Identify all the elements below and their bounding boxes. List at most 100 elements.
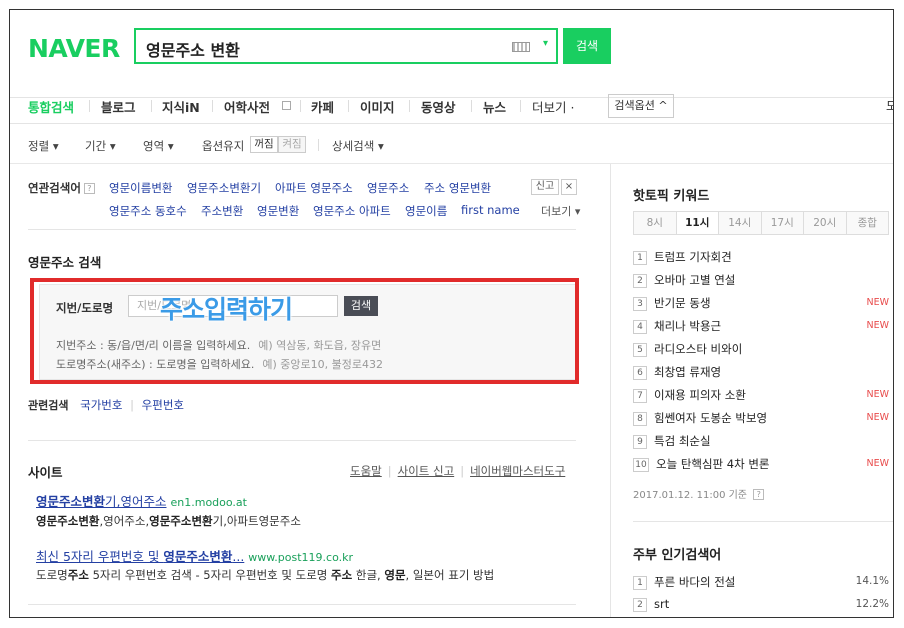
time-tab-active[interactable]: 11시 xyxy=(676,212,719,234)
hot-topic-text[interactable]: 오늘 탄핵심판 4차 변론 xyxy=(656,457,770,471)
hot-topic-item[interactable]: 3 반기문 동생 NEW xyxy=(633,295,893,315)
time-tab[interactable]: 14시 xyxy=(719,212,762,234)
site-report-link[interactable]: 사이트 신고 xyxy=(398,464,455,478)
related-keyword[interactable]: 영문주소변환기 xyxy=(187,180,261,196)
site-section-title: 사이트 xyxy=(28,465,63,480)
popular-text[interactable]: 푸른 바다의 전설 xyxy=(654,575,735,589)
time-tab[interactable]: 8시 xyxy=(634,212,677,234)
hot-topic-text[interactable]: 힘쎈여자 도봉순 박보영 xyxy=(654,411,767,425)
related-keywords-title: 연관검색어 xyxy=(28,181,81,195)
related-keyword[interactable]: 주소변환 xyxy=(201,203,243,219)
related-keyword[interactable]: first name xyxy=(461,203,520,217)
result-title-link[interactable]: 영문주소변환기,영어주소 en1.modoo.at xyxy=(36,491,247,510)
tab-dictionary[interactable]: 어학사전 xyxy=(224,97,270,116)
tab-blog[interactable]: 블로그 xyxy=(101,97,136,116)
filter-divider xyxy=(318,139,319,151)
tab-cafe[interactable]: 카페 xyxy=(311,97,334,116)
hot-topic-item[interactable]: 7 이재용 피의자 소환 NEW xyxy=(633,387,893,407)
search-query-text[interactable]: 영문주소 변환 xyxy=(146,37,240,61)
related-keyword[interactable]: 영문이름변환 xyxy=(109,180,172,196)
hot-topic-text[interactable]: 이재용 피의자 소환 xyxy=(654,388,746,402)
result-url[interactable]: www.post119.co.kr xyxy=(248,551,353,564)
help-icon[interactable]: ? xyxy=(753,489,765,500)
result-title-highlight[interactable]: 영문주소변환 xyxy=(163,549,232,564)
result-title-text[interactable]: 최신 5자리 우편번호 및 xyxy=(36,549,163,564)
rank-number: 2 xyxy=(633,274,647,288)
hot-topic-text[interactable]: 최창엽 류재영 xyxy=(654,365,721,379)
tab-integrated[interactable]: 통합검색 xyxy=(28,97,74,116)
hot-topic-item[interactable]: 6 최창엽 류재영 xyxy=(633,364,893,384)
tab-video[interactable]: 동영상 xyxy=(421,97,456,116)
area-dropdown[interactable]: 영역 ▾ xyxy=(143,138,174,154)
hot-topic-item[interactable]: 2 오바마 고별 연설 xyxy=(633,272,893,292)
search-button[interactable]: 검색 xyxy=(563,28,611,64)
hot-topic-text[interactable]: 트럼프 기자회견 xyxy=(654,250,732,264)
result-description: 도로명주소 5자리 우편번호 검색 - 5자리 우편번호 및 도로명 주소 한글… xyxy=(36,567,494,583)
help-icon[interactable]: ? xyxy=(83,183,95,194)
related-search-row: 관련검색 국가번호 | 우편번호 xyxy=(28,397,188,413)
popular-item[interactable]: 1 푸른 바다의 전설 14.1% xyxy=(633,574,893,594)
search-header: NAVER 영문주소 변환 ▾ 검색 xyxy=(10,10,893,98)
time-tab[interactable]: 종합 xyxy=(846,212,888,234)
time-tab[interactable]: 20시 xyxy=(804,212,847,234)
option-off-toggle[interactable]: 꺼짐 xyxy=(250,136,278,153)
divider xyxy=(633,521,893,522)
rank-number: 10 xyxy=(633,458,649,472)
related-search-link[interactable]: 국가번호 xyxy=(80,398,122,412)
related-more-button[interactable]: 더보기 ▾ xyxy=(541,203,580,219)
tab-divider xyxy=(520,100,521,112)
related-search-link[interactable]: 우편번호 xyxy=(142,398,184,412)
tab-divider xyxy=(409,100,410,112)
hot-topic-text[interactable]: 오바마 고별 연설 xyxy=(654,273,735,287)
divider xyxy=(28,604,576,605)
address-search-title: 영문주소 검색 xyxy=(28,255,102,270)
column-divider xyxy=(610,164,611,617)
related-keyword[interactable]: 영문주소 xyxy=(367,180,409,196)
link-divider: | xyxy=(460,464,465,478)
result-title-text[interactable]: ... xyxy=(232,549,244,564)
tab-kin[interactable]: 지식iN xyxy=(162,97,200,116)
period-dropdown[interactable]: 기간 ▾ xyxy=(85,138,116,154)
result-title-link[interactable]: 최신 5자리 우편번호 및 영문주소변환... www.post119.co.kr xyxy=(36,546,353,565)
popular-text[interactable]: srt xyxy=(654,597,669,611)
related-keyword[interactable]: 영문이름 xyxy=(405,203,447,219)
hot-topic-item[interactable]: 5 라디오스타 비와이 xyxy=(633,341,893,361)
webmaster-tools-link[interactable]: 네이버웹마스터도구 xyxy=(470,464,565,478)
sort-dropdown[interactable]: 정렬 ▾ xyxy=(28,138,59,154)
close-icon[interactable]: × xyxy=(561,179,577,195)
help-link[interactable]: 도움말 xyxy=(350,464,382,478)
hot-topic-text[interactable]: 채리나 박용근 xyxy=(654,319,721,333)
hot-topic-item[interactable]: 9 특검 최순실 xyxy=(633,433,893,453)
hot-topic-item[interactable]: 8 힘쎈여자 도봉순 박보영 NEW xyxy=(633,410,893,430)
popular-item[interactable]: 2 srt 12.2% xyxy=(633,597,893,617)
tab-more[interactable]: 더보기 · xyxy=(532,97,574,116)
hot-topic-text[interactable]: 라디오스타 비와이 xyxy=(654,342,742,356)
link-divider: | xyxy=(387,464,392,478)
hot-topic-text[interactable]: 반기문 동생 xyxy=(654,296,711,310)
result-title-text[interactable]: 기,영어주소 xyxy=(105,494,166,509)
search-options-button[interactable]: 검색옵션 ^ xyxy=(608,94,674,118)
option-on-toggle[interactable]: 켜짐 xyxy=(278,136,306,153)
related-keyword[interactable]: 아파트 영문주소 xyxy=(275,180,353,196)
tab-news[interactable]: 뉴스 xyxy=(483,97,506,116)
hot-topic-item[interactable]: 1 트럼프 기자회견 xyxy=(633,249,893,269)
naver-logo[interactable]: NAVER xyxy=(28,34,120,63)
keyboard-icon[interactable] xyxy=(512,42,530,52)
hot-topic-text[interactable]: 특검 최순실 xyxy=(654,434,711,448)
related-keyword[interactable]: 영문주소 아파트 xyxy=(313,203,391,219)
tab-image[interactable]: 이미지 xyxy=(360,97,395,116)
related-keyword[interactable]: 영문주소 동호수 xyxy=(109,203,187,219)
chevron-down-icon[interactable]: ▾ xyxy=(543,38,548,49)
result-title-highlight[interactable]: 영문주소변환 xyxy=(36,494,105,509)
detail-search-dropdown[interactable]: 상세검색 ▾ xyxy=(332,138,384,154)
result-url[interactable]: en1.modoo.at xyxy=(171,496,247,509)
related-keyword[interactable]: 영문변환 xyxy=(257,203,299,219)
divider xyxy=(28,440,576,441)
related-keyword[interactable]: 주소 영문변환 xyxy=(424,180,491,196)
related-keywords-label: 연관검색어? xyxy=(28,180,95,196)
hot-topic-item[interactable]: 4 채리나 박용근 NEW xyxy=(633,318,893,338)
report-button[interactable]: 신고 xyxy=(531,179,559,195)
search-input[interactable]: 영문주소 변환 ▾ xyxy=(134,28,558,64)
time-tab[interactable]: 17시 xyxy=(761,212,804,234)
hot-topic-item[interactable]: 10 오늘 탄핵심판 4차 변론 NEW xyxy=(633,456,893,476)
